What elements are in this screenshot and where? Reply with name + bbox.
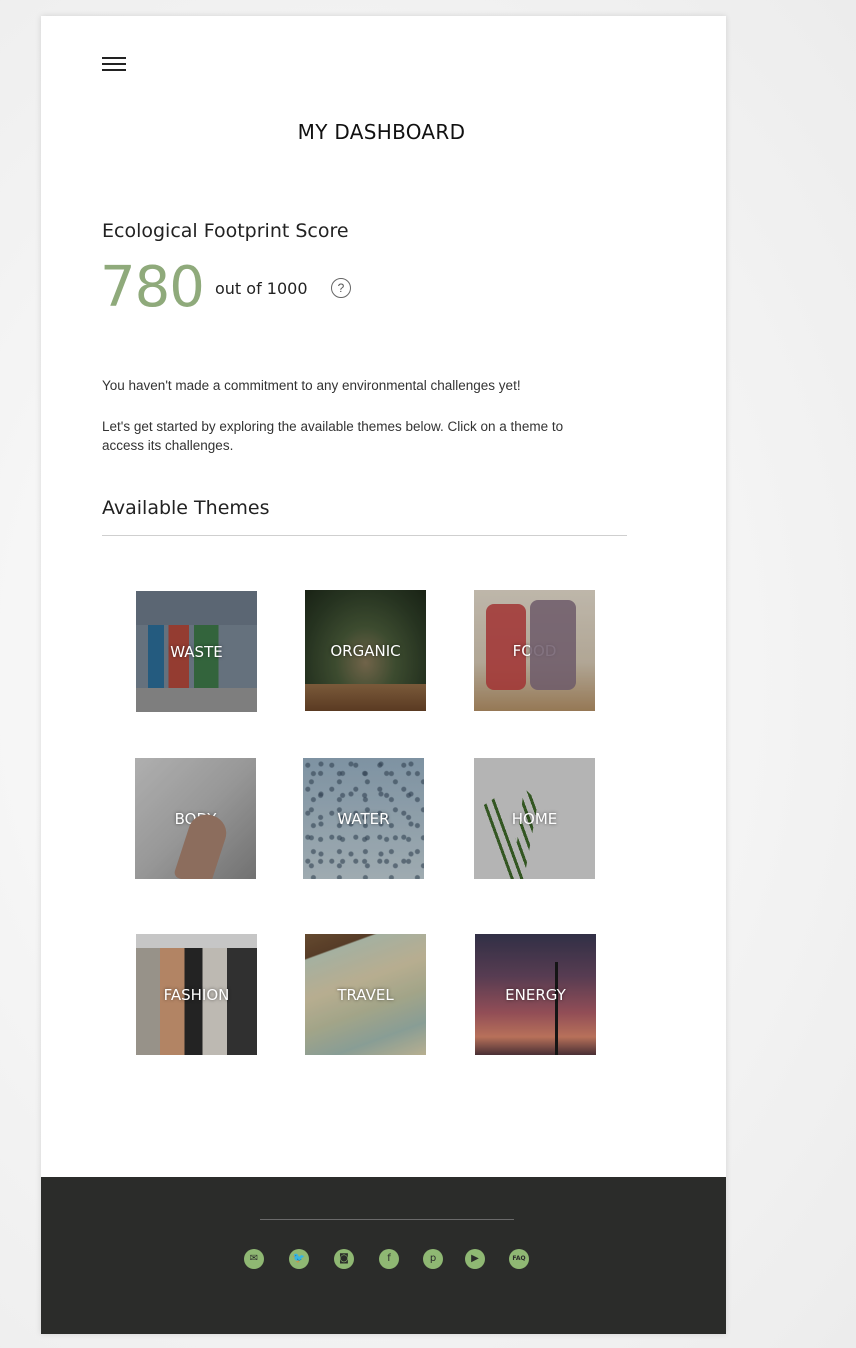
themes-heading: Available Themes	[102, 497, 270, 519]
faq-icon[interactable]: FAQ	[509, 1249, 529, 1269]
theme-label: BODY	[174, 809, 217, 828]
score-heading: Ecological Footprint Score	[102, 220, 349, 242]
theme-label: TRAVEL	[337, 985, 394, 1004]
score-out-of: out of 1000	[215, 279, 308, 298]
theme-label: FASHION	[163, 985, 230, 1004]
theme-tile-food[interactable]: FOOD	[474, 590, 595, 711]
youtube-icon[interactable]: ▶	[465, 1249, 485, 1269]
page-title: MY DASHBOARD	[297, 120, 466, 144]
theme-label: HOME	[511, 809, 558, 828]
theme-tile-waste[interactable]: WASTE	[136, 591, 257, 712]
theme-tile-travel[interactable]: TRAVEL	[305, 934, 426, 1055]
theme-tile-energy[interactable]: ENERGY	[475, 934, 596, 1055]
hamburger-menu-icon[interactable]	[102, 57, 126, 72]
footer: ✉ 🐦 ◙ f p ▶ FAQ	[41, 1177, 726, 1334]
theme-tile-home[interactable]: HOME	[474, 758, 595, 879]
pinterest-icon[interactable]: p	[423, 1249, 443, 1269]
dashboard-page: MY DASHBOARD Ecological Footprint Score …	[41, 16, 726, 1334]
no-commitment-message: You haven't made a commitment to any env…	[102, 378, 521, 393]
theme-label: ENERGY	[505, 985, 566, 1004]
footer-divider	[260, 1219, 514, 1220]
help-icon[interactable]: ?	[331, 278, 351, 298]
facebook-icon[interactable]: f	[379, 1249, 399, 1269]
instagram-icon[interactable]: ◙	[334, 1249, 354, 1269]
theme-label: WASTE	[170, 642, 223, 661]
twitter-icon[interactable]: 🐦	[289, 1249, 309, 1269]
theme-tile-fashion[interactable]: FASHION	[136, 934, 257, 1055]
theme-label: FOOD	[512, 641, 557, 660]
themes-divider	[102, 535, 627, 536]
theme-label: ORGANIC	[330, 641, 401, 660]
score-value: 780	[100, 255, 205, 320]
theme-tile-body[interactable]: BODY	[135, 758, 256, 879]
theme-tile-organic[interactable]: ORGANIC	[305, 590, 426, 711]
get-started-message: Let's get started by exploring the avail…	[102, 419, 564, 453]
email-icon[interactable]: ✉	[244, 1249, 264, 1269]
theme-label: WATER	[337, 809, 390, 828]
theme-tile-water[interactable]: WATER	[303, 758, 424, 879]
